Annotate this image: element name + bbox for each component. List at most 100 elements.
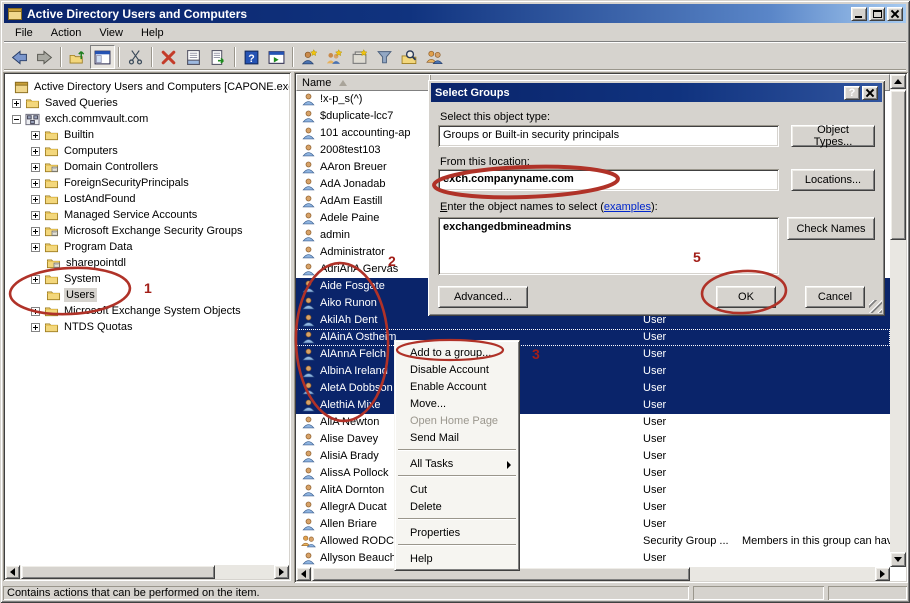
scroll-right-icon[interactable]	[875, 567, 890, 581]
menu-action[interactable]: Action	[42, 25, 91, 41]
scroll-left-icon[interactable]	[5, 565, 20, 579]
menu-item-add-to-a-group[interactable]: Add to a group...	[396, 344, 518, 361]
list-row-aleta-dobbson[interactable]: AletA DobbsonUser	[296, 380, 890, 397]
menu-item-disable-account[interactable]: Disable Account	[396, 361, 518, 378]
list-row-alaina-ostheim[interactable]: AlAinA OstheimUser	[296, 329, 890, 346]
tree-item-lostandfound[interactable]: LostAndFound	[31, 191, 138, 207]
list-vertical-scrollbar[interactable]	[890, 74, 906, 567]
tree-item-exch-commvault-com[interactable]: exch.commvault.com	[12, 111, 150, 127]
menu-item-help[interactable]: Help	[396, 550, 518, 567]
menu-item-all-tasks[interactable]: All Tasks	[396, 455, 518, 472]
tree-item-foreignsecurityprincipals[interactable]: ForeignSecurityPrincipals	[31, 175, 191, 191]
menu-file[interactable]: File	[6, 25, 42, 41]
expand-icon[interactable]	[31, 211, 40, 220]
dialog-close-icon[interactable]	[862, 86, 878, 100]
view-members-icon[interactable]	[422, 45, 447, 69]
scroll-left-icon[interactable]	[296, 567, 311, 581]
expand-icon[interactable]	[31, 243, 40, 252]
tree-item-active-directory-users-and-computers-capone-exch[interactable]: Active Directory Users and Computers [CA…	[10, 79, 289, 95]
expand-icon[interactable]	[31, 163, 40, 172]
tree-item-managed-service-accounts[interactable]: Managed Service Accounts	[31, 207, 199, 223]
expand-icon[interactable]	[31, 275, 40, 284]
menu-item-send-mail[interactable]: Send Mail	[396, 429, 518, 446]
list-row-alissa-pollock[interactable]: AlissA PollockUser	[296, 465, 890, 482]
expand-icon[interactable]	[31, 307, 40, 316]
expand-icon[interactable]	[31, 179, 40, 188]
new-window-icon[interactable]	[264, 45, 289, 69]
expand-icon[interactable]	[31, 147, 40, 156]
export-list-icon[interactable]	[206, 45, 231, 69]
resize-grip[interactable]	[869, 300, 882, 313]
column-header-name[interactable]: Name	[297, 75, 431, 90]
scrollbar-thumb[interactable]	[890, 90, 906, 240]
filter-icon[interactable]	[372, 45, 397, 69]
scroll-down-icon[interactable]	[890, 552, 906, 567]
back-icon[interactable]	[7, 45, 32, 69]
list-row-alise-davey[interactable]: Alise DaveyUser	[296, 431, 890, 448]
up-one-level-icon[interactable]	[65, 45, 90, 69]
new-user-icon[interactable]	[297, 45, 322, 69]
expand-icon[interactable]	[31, 195, 40, 204]
menu-item-properties[interactable]: Properties	[396, 524, 518, 541]
expand-icon[interactable]	[31, 227, 40, 236]
list-row-alisia-brady[interactable]: AlisiA BradyUser	[296, 448, 890, 465]
menu-help[interactable]: Help	[132, 25, 173, 41]
tree-item-domain-controllers[interactable]: Domain Controllers	[31, 159, 160, 175]
list-row-alia-newton[interactable]: AliA NewtonUser	[296, 414, 890, 431]
tree-horizontal-scrollbar[interactable]	[5, 565, 289, 579]
tree-item-program-data[interactable]: Program Data	[31, 239, 134, 255]
list-row-alanna-felch[interactable]: AlAnnA FelchUser	[296, 346, 890, 363]
minimize-button[interactable]	[851, 7, 867, 21]
list-row-albina-ireland[interactable]: AlbinA IrelandUser	[296, 363, 890, 380]
properties-icon[interactable]	[181, 45, 206, 69]
expand-icon[interactable]	[12, 99, 21, 108]
expand-icon[interactable]	[31, 323, 40, 332]
find-icon[interactable]	[397, 45, 422, 69]
list-horizontal-scrollbar[interactable]	[296, 567, 890, 581]
tree-item-microsoft-exchange-security-groups[interactable]: Microsoft Exchange Security Groups	[31, 223, 245, 239]
expand-icon[interactable]	[31, 131, 40, 140]
list-row-allyson-beaucha[interactable]: Allyson BeauchaUser	[296, 550, 890, 567]
object-names-input[interactable]: exchangedbmineadmins	[438, 217, 779, 275]
menu-item-enable-account[interactable]: Enable Account	[396, 378, 518, 395]
cancel-button[interactable]: Cancel	[805, 286, 865, 308]
tree-item-ntds-quotas[interactable]: NTDS Quotas	[31, 319, 134, 335]
menu-item-move[interactable]: Move...	[396, 395, 518, 412]
scrollbar-thumb[interactable]	[21, 565, 215, 579]
ok-button[interactable]: OK	[716, 286, 776, 308]
list-row-allegra-ducat[interactable]: AllegrA DucatUser	[296, 499, 890, 516]
menu-item-delete[interactable]: Delete	[396, 498, 518, 515]
tree-item-system[interactable]: System	[31, 271, 103, 287]
dialog-help-icon[interactable]: ?	[844, 86, 860, 100]
maximize-button[interactable]	[869, 7, 885, 21]
delete-icon[interactable]	[156, 45, 181, 69]
help-icon[interactable]: ?	[239, 45, 264, 69]
tree-item-users[interactable]: Users	[31, 287, 97, 303]
tree-item-microsoft-exchange-system-objects[interactable]: Microsoft Exchange System Objects	[31, 303, 243, 319]
menu-view[interactable]: View	[90, 25, 132, 41]
scroll-right-icon[interactable]	[274, 565, 289, 579]
list-row-allen-briare[interactable]: Allen BriareUser	[296, 516, 890, 533]
menu-separator	[396, 541, 518, 550]
forward-icon[interactable]	[32, 45, 57, 69]
close-button[interactable]	[887, 7, 903, 21]
new-ou-icon[interactable]	[347, 45, 372, 69]
cut-icon[interactable]	[123, 45, 148, 69]
examples-link[interactable]: examples	[604, 201, 651, 213]
collapse-icon[interactable]	[12, 115, 21, 124]
list-row-allowed-rodc-p[interactable]: Allowed RODC PSecurity Group ...Members …	[296, 533, 890, 550]
list-row-alethia-mixe[interactable]: AlethiA MixeUser	[296, 397, 890, 414]
menu-item-cut[interactable]: Cut	[396, 481, 518, 498]
check-names-button[interactable]: Check Names	[787, 217, 875, 240]
object-types-button[interactable]: Object Types...	[791, 125, 875, 147]
scroll-up-icon[interactable]	[890, 74, 906, 89]
tree-item-builtin[interactable]: Builtin	[31, 127, 96, 143]
locations-button[interactable]: Locations...	[791, 169, 875, 191]
advanced-button[interactable]: Advanced...	[438, 286, 528, 308]
tree-item-computers[interactable]: Computers	[31, 143, 120, 159]
show-console-tree-icon[interactable]	[90, 45, 115, 69]
list-row-alita-dornton[interactable]: AlitA DorntonUser	[296, 482, 890, 499]
new-group-icon[interactable]	[322, 45, 347, 69]
tree-item-sharepointdl[interactable]: sharepointdl	[31, 255, 128, 271]
tree-item-saved-queries[interactable]: Saved Queries	[12, 95, 120, 111]
